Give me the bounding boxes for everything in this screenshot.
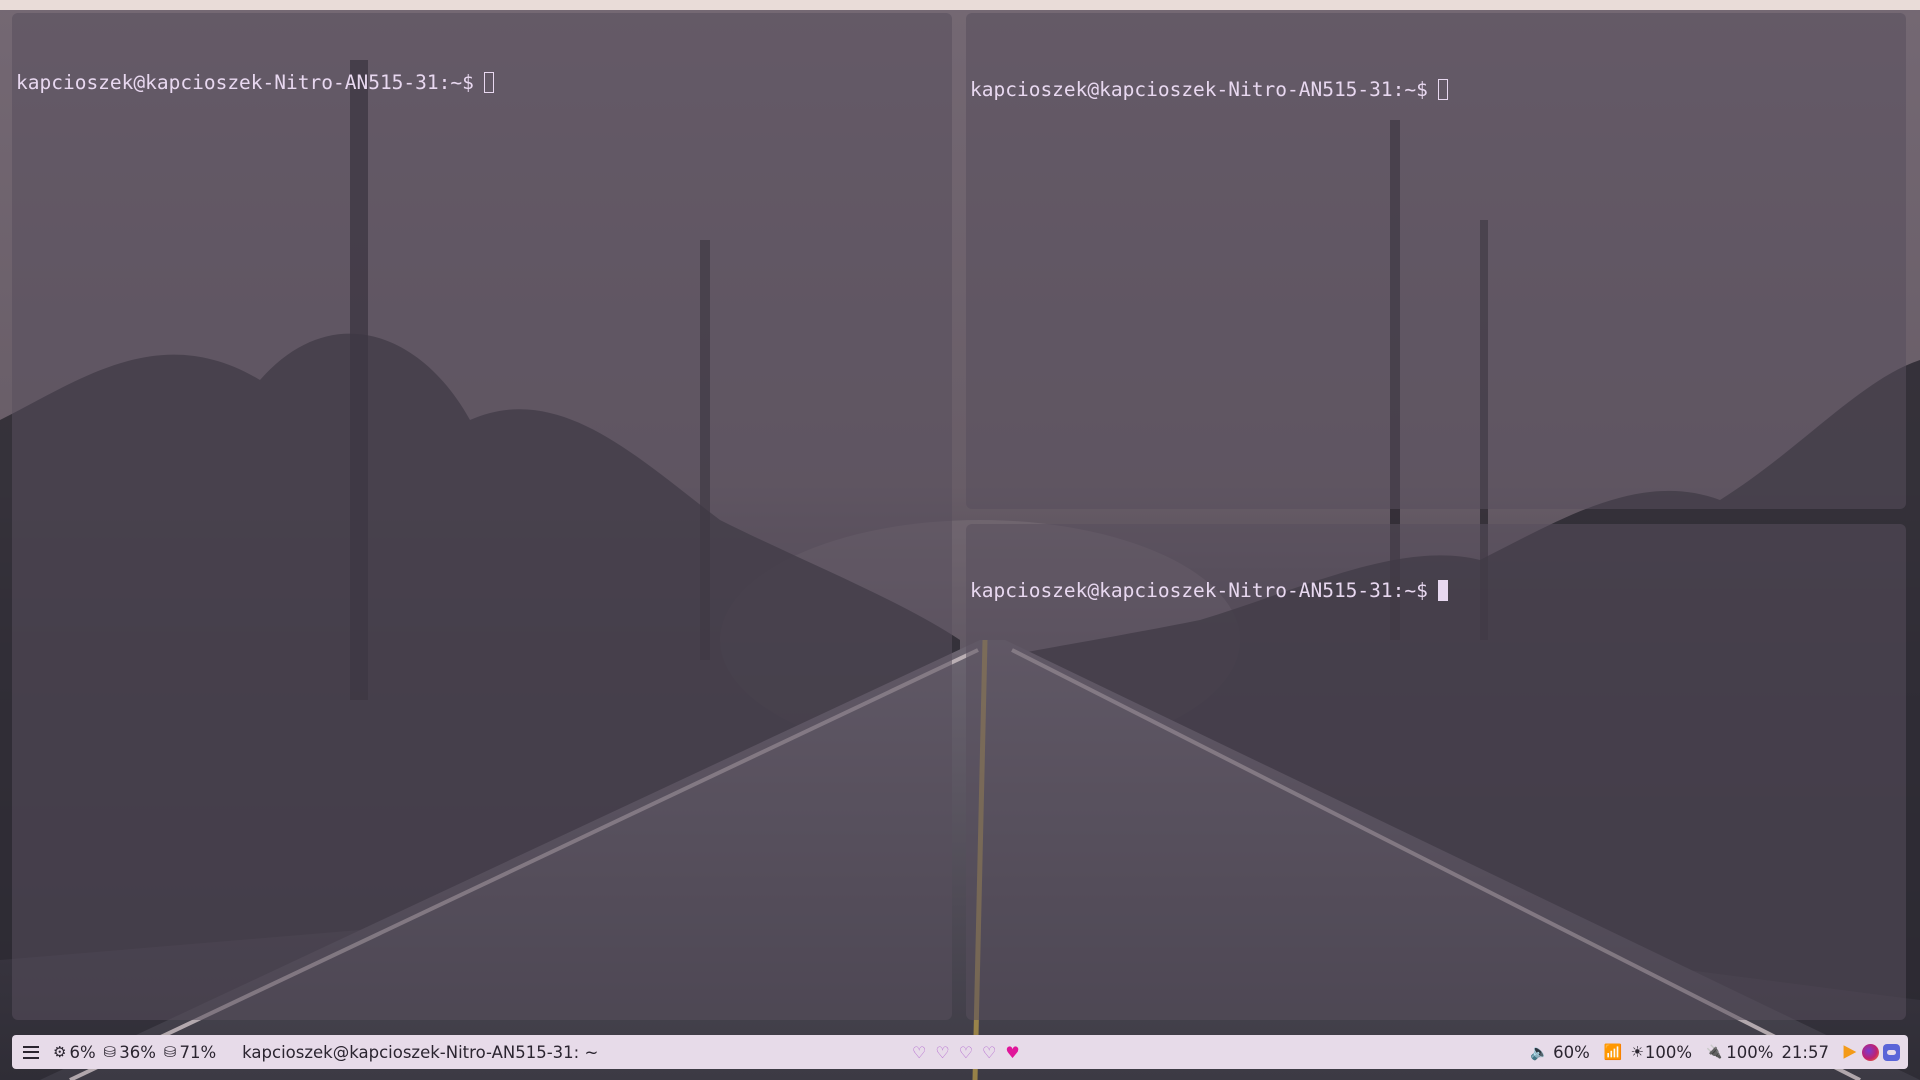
workspace-1-heart-icon[interactable]: ♡ — [912, 1043, 926, 1062]
workspace-3-heart-icon[interactable]: ♡ — [959, 1043, 973, 1062]
memory-icon: ⛁ — [103, 1043, 117, 1061]
battery-level: 100% — [1726, 1042, 1774, 1062]
terminal-prompt: kapcioszek@kapcioszek-Nitro-AN515-31:~$ — [16, 71, 474, 94]
memory-widget[interactable]: ⛁ 36% — [104, 1043, 156, 1062]
terminal-bottom-right[interactable]: kapcioszek@kapcioszek-Nitro-AN515-31:~$ — [966, 524, 1906, 1020]
status-bar-right: 🔈 60% 📶 ☀ 100% 🔌 100% 21:57 — [1516, 1035, 1900, 1069]
active-window-title: kapcioszek@kapcioszek-Nitro-AN515-31: ~ — [242, 1042, 599, 1062]
battery-widget[interactable]: 🔌 100% — [1706, 1043, 1773, 1062]
terminal-cursor — [1437, 580, 1448, 601]
desktop: kapcioszek@kapcioszek-Nitro-AN515-31:~$ … — [0, 0, 1920, 1080]
status-bar: ⚙ 6% ⛁ 36% ⛁ 71% kapcioszek@kapcioszek-N… — [12, 1035, 1908, 1069]
terminal-prompt-line: kapcioszek@kapcioszek-Nitro-AN515-31:~$ — [970, 78, 1902, 101]
volume-level: 60% — [1553, 1042, 1590, 1062]
workspace-switcher: ♡ ♡ ♡ ♡ ♥ — [912, 1043, 1020, 1062]
discord-icon[interactable] — [1883, 1043, 1900, 1061]
cpu-usage: 6% — [69, 1042, 96, 1062]
terminal-cursor — [483, 72, 494, 93]
clock-widget[interactable]: 21:57 — [1781, 1043, 1829, 1062]
battery-plug-icon: 🔌 — [1706, 1044, 1723, 1060]
status-bar-left: ⚙ 6% ⛁ 36% ⛁ 71% kapcioszek@kapcioszek-N… — [12, 1035, 598, 1069]
disk-usage: 71% — [179, 1042, 217, 1062]
firefox-icon[interactable] — [1862, 1043, 1879, 1061]
workspace-2-heart-icon[interactable]: ♡ — [935, 1043, 949, 1062]
disk-widget[interactable]: ⛁ 71% — [164, 1043, 216, 1062]
workspace-4-heart-icon[interactable]: ♡ — [982, 1043, 996, 1062]
brightness-level: 100% — [1644, 1042, 1693, 1062]
cpu-widget[interactable]: ⚙ 6% — [53, 1043, 96, 1062]
vlc-icon[interactable] — [1843, 1045, 1857, 1059]
network-widget[interactable]: 📶 — [1604, 1043, 1627, 1061]
memory-usage: 36% — [119, 1042, 156, 1062]
hamburger-menu-icon[interactable] — [23, 1045, 39, 1059]
terminal-top-right[interactable]: kapcioszek@kapcioszek-Nitro-AN515-31:~$ — [966, 13, 1906, 509]
volume-widget[interactable]: 🔈 60% — [1530, 1043, 1589, 1062]
terminal-prompt: kapcioszek@kapcioszek-Nitro-AN515-31:~$ — [970, 78, 1428, 101]
terminal-left[interactable]: kapcioszek@kapcioszek-Nitro-AN515-31:~$ — [12, 13, 952, 1020]
volume-icon: 🔈 — [1530, 1043, 1550, 1061]
terminal-cursor — [1437, 79, 1448, 100]
disk-icon: ⛁ — [163, 1043, 177, 1061]
cpu-icon: ⚙ — [53, 1043, 67, 1061]
clock-time: 21:57 — [1781, 1042, 1829, 1062]
wifi-icon: 📶 — [1603, 1043, 1623, 1061]
workspace-5-heart-icon[interactable]: ♥ — [1005, 1043, 1019, 1062]
brightness-icon: ☀ — [1630, 1043, 1644, 1061]
terminal-prompt-line: kapcioszek@kapcioszek-Nitro-AN515-31:~$ — [970, 579, 1902, 602]
brightness-widget[interactable]: ☀ 100% — [1630, 1043, 1692, 1062]
terminal-prompt-line: kapcioszek@kapcioszek-Nitro-AN515-31:~$ — [16, 71, 948, 94]
terminal-prompt: kapcioszek@kapcioszek-Nitro-AN515-31:~$ — [970, 579, 1428, 602]
system-tray — [1841, 1043, 1900, 1061]
